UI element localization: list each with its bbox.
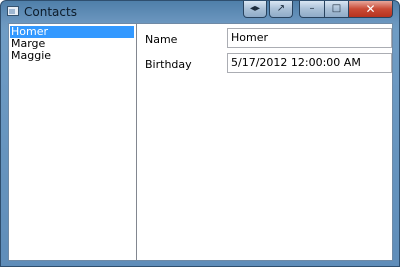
birthday-label: Birthday: [145, 58, 192, 71]
list-item[interactable]: Maggie: [10, 50, 134, 62]
birthday-field[interactable]: 5/17/2012 12:00:00 AM: [227, 53, 392, 73]
maximize-button[interactable]: □: [325, 1, 349, 18]
name-field[interactable]: Homer: [227, 28, 392, 48]
extra-caption-button-2[interactable]: ↗: [269, 1, 293, 18]
contacts-window: Contacts ◂▸ ↗ – □ ✕ Homer Marge Maggie N…: [0, 0, 400, 267]
window-title: Contacts: [24, 5, 77, 19]
close-button[interactable]: ✕: [349, 1, 393, 18]
caption-buttons: ◂▸ ↗ – □ ✕: [241, 1, 393, 19]
popout-icon: ↗: [276, 3, 286, 14]
extra-caption-button-1[interactable]: ◂▸: [243, 1, 267, 18]
minimize-icon: –: [309, 3, 315, 14]
minimize-button[interactable]: –: [299, 1, 325, 18]
contact-details: Name Homer Birthday 5/17/2012 12:00:00 A…: [137, 24, 392, 260]
client-area: Homer Marge Maggie Name Homer Birthday 5…: [8, 23, 393, 261]
close-icon: ✕: [365, 2, 376, 16]
window-app-icon[interactable]: [7, 6, 19, 16]
maximize-icon: □: [331, 3, 342, 14]
arrows-icon: ◂▸: [249, 3, 261, 14]
contacts-list[interactable]: Homer Marge Maggie: [9, 24, 137, 260]
title-bar[interactable]: Contacts ◂▸ ↗ – □ ✕: [1, 1, 399, 23]
name-label: Name: [145, 33, 178, 46]
